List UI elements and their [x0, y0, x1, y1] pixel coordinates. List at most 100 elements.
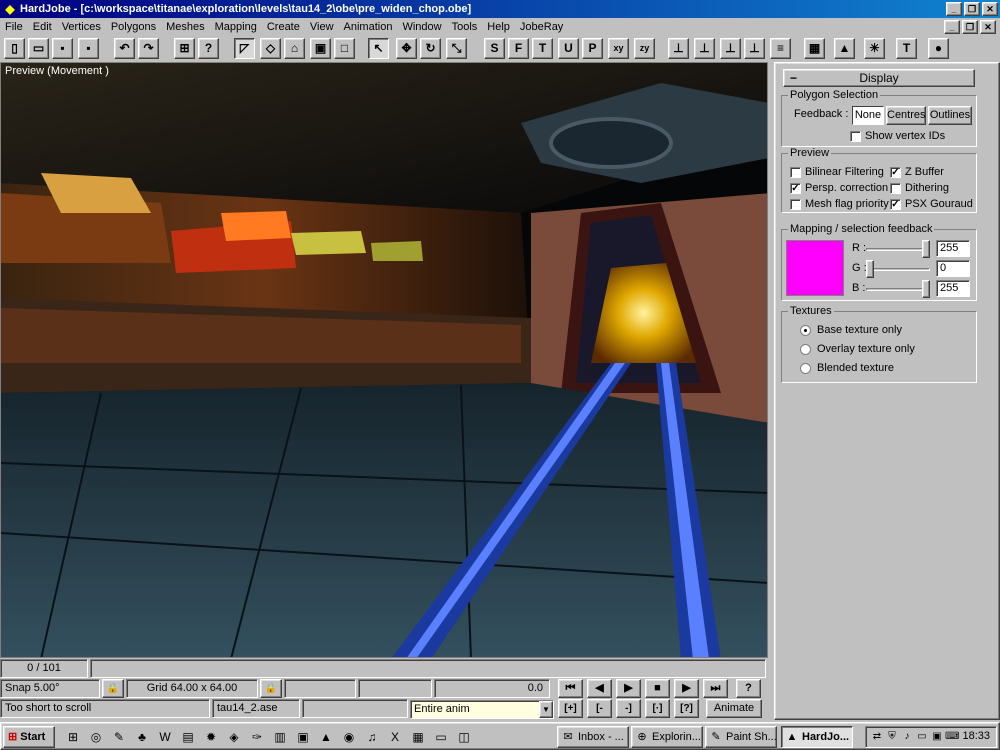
psx-gouraud-box[interactable]: ✓	[890, 198, 901, 210]
view-u-icon[interactable]: U	[558, 38, 579, 59]
psx-gouraud-checkbox[interactable]: ✓ PSX Gouraud	[890, 198, 973, 210]
antivirus-icon[interactable]: ⛨	[885, 730, 899, 744]
persp-correction-checkbox[interactable]: ✓ Persp. correction	[790, 182, 888, 194]
view-t-icon[interactable]: T	[532, 38, 553, 59]
menu-tools[interactable]: Tools	[449, 18, 481, 36]
menu-joberay[interactable]: JobeRay	[517, 18, 566, 36]
help-button[interactable]: ?	[736, 679, 761, 698]
red-value-field[interactable]: 255	[936, 240, 970, 257]
word-icon[interactable]: W	[157, 729, 173, 745]
menu-window[interactable]: Window	[399, 18, 444, 36]
feedback-centres-button[interactable]: Centres	[886, 106, 926, 125]
show-vertex-ids-box[interactable]	[850, 130, 861, 142]
red-slider[interactable]	[866, 240, 930, 258]
grid-lock-icon[interactable]: 🔒	[260, 679, 282, 698]
blue-slider[interactable]	[866, 280, 930, 298]
quad-icon[interactable]: ◇	[260, 38, 281, 59]
feedback-none-button[interactable]: None	[852, 106, 884, 125]
sphere-icon[interactable]: ●	[928, 38, 949, 59]
cone-icon[interactable]: ▲	[834, 38, 855, 59]
polygon-draw-icon[interactable]: ◸	[234, 38, 255, 59]
image-icon[interactable]: ▣	[295, 729, 311, 745]
mesh-flag-priority-checkbox[interactable]: Mesh flag priority	[790, 198, 889, 210]
texture-tree-icon[interactable]: ⊞	[174, 38, 195, 59]
doc-close-button[interactable]: ✕	[980, 20, 996, 34]
box-icon[interactable]: □	[334, 38, 355, 59]
bilinear-filtering-checkbox[interactable]: Bilinear Filtering	[790, 166, 884, 178]
view-s-icon[interactable]: S	[484, 38, 505, 59]
anim-range-select[interactable]: Entire anim ▼	[410, 700, 554, 719]
base-texture-radio[interactable]: Base texture only	[800, 324, 902, 336]
key-all-icon[interactable]: [·]	[645, 699, 670, 718]
show-vertex-ids-checkbox[interactable]: Show vertex IDs	[850, 130, 945, 142]
axis-yz-icon[interactable]: ⊥	[694, 38, 715, 59]
document-icon[interactable]: ≡	[770, 38, 791, 59]
title-bar[interactable]: ◆ HardJobe - [c:\workspace\titanae\explo…	[0, 0, 1000, 18]
start-button[interactable]: ⊞ Start	[3, 726, 55, 748]
doc-minimize-button[interactable]: _	[944, 20, 960, 34]
gear-icon[interactable]: ✹	[203, 729, 219, 745]
triangle-icon[interactable]: ▲	[318, 729, 334, 745]
scale-icon[interactable]: ⤡	[446, 38, 467, 59]
blended-texture-radio-dot[interactable]	[800, 362, 811, 374]
mesh-flag-priority-box[interactable]	[790, 198, 801, 210]
overlay-texture-radio[interactable]: Overlay texture only	[800, 343, 915, 355]
folder-icon[interactable]: ▭	[433, 729, 449, 745]
media-icon[interactable]: ♫	[364, 729, 380, 745]
menu-file[interactable]: File	[2, 18, 26, 36]
taskbar-button[interactable]: ▲ HardJo...	[781, 726, 853, 748]
axis-zx-icon[interactable]: ⊥	[720, 38, 741, 59]
play-icon[interactable]: ▶	[616, 679, 641, 698]
view-f-icon[interactable]: F	[508, 38, 529, 59]
color-swatch[interactable]	[786, 240, 844, 296]
ie-icon[interactable]: ◎	[88, 729, 104, 745]
timeline-track[interactable]	[90, 659, 766, 678]
taskbar-button[interactable]: ✉ Inbox - ...	[557, 726, 629, 748]
green-value-field[interactable]: 0	[936, 260, 970, 277]
feedback-outlines-button[interactable]: Outlines	[928, 106, 972, 125]
menu-meshes[interactable]: Meshes	[163, 18, 208, 36]
base-texture-radio-dot[interactable]	[800, 324, 811, 336]
z-buffer-box[interactable]: ✓	[890, 166, 901, 178]
book-icon[interactable]: ▥	[272, 729, 288, 745]
overlay-texture-radio-dot[interactable]	[800, 343, 811, 355]
preview-viewport[interactable]: Preview (Movement )	[0, 62, 768, 658]
keyboard-icon[interactable]: ⌨	[945, 730, 959, 744]
step-forward-icon[interactable]: ▶	[674, 679, 699, 698]
network-icon[interactable]: ⇄	[870, 730, 884, 744]
display-header[interactable]: − Display	[783, 69, 975, 87]
taskbar-button[interactable]: ✎ Paint Sh...	[705, 726, 777, 748]
persp-correction-box[interactable]: ✓	[790, 182, 801, 194]
green-slider[interactable]	[866, 260, 930, 278]
menu-vertices[interactable]: Vertices	[59, 18, 104, 36]
excel-icon[interactable]: X	[387, 729, 403, 745]
view-p-icon[interactable]: P	[582, 38, 603, 59]
blue-value-field[interactable]: 255	[936, 280, 970, 297]
bilinear-filtering-box[interactable]	[790, 166, 801, 178]
doc-icon[interactable]: ▤	[180, 729, 196, 745]
shield-icon[interactable]: ◈	[226, 729, 242, 745]
close-button[interactable]: ✕	[982, 2, 998, 16]
undo-icon[interactable]: ↶	[114, 38, 135, 59]
view-zy-icon[interactable]: zy	[634, 38, 655, 59]
menu-animation[interactable]: Animation	[341, 18, 396, 36]
blue-slider-thumb[interactable]	[922, 280, 930, 298]
key-query-icon[interactable]: [?]	[674, 699, 699, 718]
step-back-icon[interactable]: ◀	[587, 679, 612, 698]
menu-create[interactable]: Create	[264, 18, 303, 36]
texture-palette-icon[interactable]: ▦	[804, 38, 825, 59]
animate-button[interactable]: Animate	[706, 699, 762, 718]
skip-to-start-icon[interactable]: ⏮	[558, 679, 583, 698]
chip-icon[interactable]: ◫	[456, 729, 472, 745]
save-icon[interactable]: ▪	[52, 38, 73, 59]
key-prev-icon[interactable]: [-	[587, 699, 612, 718]
taskbar-button[interactable]: ⊕ Explorin...	[631, 726, 703, 748]
z-buffer-checkbox[interactable]: ✓ Z Buffer	[890, 166, 944, 178]
dithering-box[interactable]	[890, 182, 901, 194]
cube-icon[interactable]: ▣	[310, 38, 331, 59]
red-slider-thumb[interactable]	[922, 240, 930, 258]
display-icon[interactable]: ▭	[915, 730, 929, 744]
green-slider-thumb[interactable]	[866, 260, 874, 278]
calc-icon[interactable]: ▦	[410, 729, 426, 745]
menu-help[interactable]: Help	[484, 18, 513, 36]
